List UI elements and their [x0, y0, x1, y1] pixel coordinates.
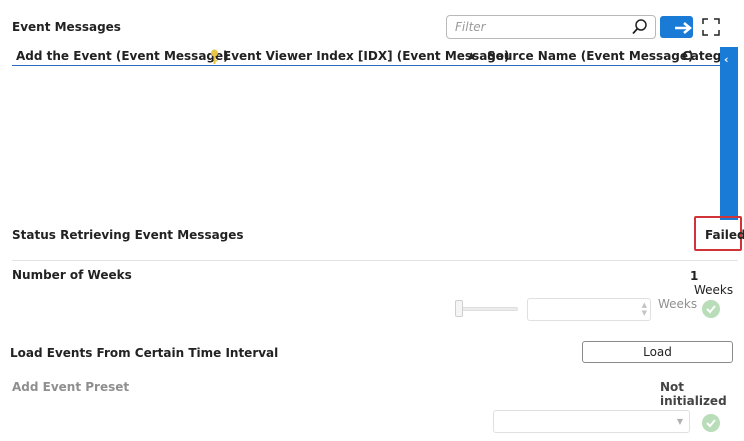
panel-title: Event Messages — [12, 20, 121, 34]
weeks-spinner-unit: Weeks — [658, 297, 698, 311]
load-events-label: Load Events From Certain Time Interval — [10, 346, 279, 360]
load-button[interactable]: Load — [582, 341, 733, 363]
apply-weeks-check-icon[interactable] — [702, 300, 720, 318]
grid-body[interactable] — [12, 66, 720, 216]
preset-status: Not initialized — [660, 380, 727, 408]
filter-input[interactable] — [453, 18, 623, 36]
weeks-value: 1 — [690, 269, 699, 283]
weeks-label: Number of Weeks — [12, 268, 132, 282]
arrow-right-icon — [675, 22, 692, 34]
column-header-add-event[interactable]: Add the Event (Event Message) — [16, 49, 229, 63]
apply-preset-check-icon[interactable] — [702, 414, 720, 432]
column-header-category[interactable]: Catego — [682, 49, 724, 63]
fullscreen-icon[interactable] — [700, 16, 722, 38]
sort-ascending-icon[interactable]: ▲ — [468, 51, 475, 61]
weeks-slider-track[interactable] — [460, 307, 518, 311]
column-header-event-viewer-index[interactable]: Event Viewer Index [IDX] (Event Message) — [223, 49, 510, 63]
divider — [12, 260, 738, 261]
go-button[interactable] — [660, 16, 693, 38]
preset-label: Add Event Preset — [12, 380, 130, 394]
chevron-left-icon: ‹ — [724, 53, 729, 66]
status-value: Failed — [705, 228, 744, 242]
weeks-spinner[interactable]: ▲ ▼ — [527, 298, 651, 321]
weeks-readout: 1 Weeks — [690, 269, 744, 297]
status-label: Status Retrieving Event Messages — [12, 228, 244, 242]
collapse-panel-tab[interactable]: ‹ — [720, 47, 738, 220]
weeks-unit: Weeks — [694, 283, 734, 297]
column-header-source-name[interactable]: Source Name (Event Message) — [487, 49, 694, 63]
search-icon[interactable] — [631, 18, 649, 36]
preset-dropdown[interactable]: ▼ — [493, 410, 690, 433]
spinner-arrows-icon[interactable]: ▲ ▼ — [642, 301, 647, 317]
weeks-slider-thumb[interactable] — [455, 300, 463, 317]
filter-field[interactable] — [446, 15, 656, 39]
chevron-down-icon[interactable]: ▼ — [677, 417, 683, 426]
grid-header: Add the Event (Event Message) Event View… — [12, 47, 724, 67]
